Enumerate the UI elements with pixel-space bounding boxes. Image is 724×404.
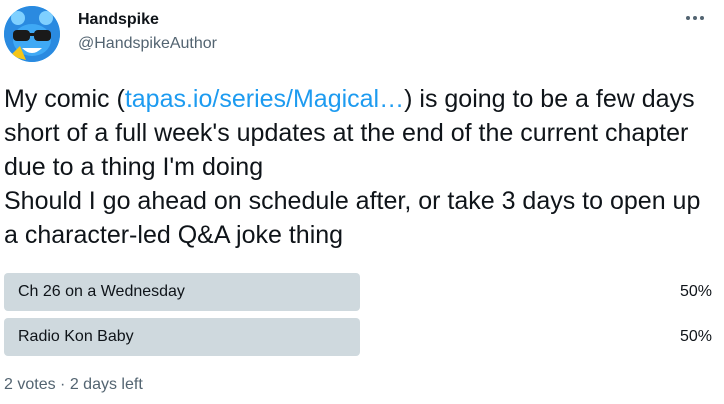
tweet-text: My comic (tapas.io/series/Magical…) is g… <box>4 82 716 252</box>
poll-meta: 2 votes · 2 days left <box>4 375 143 395</box>
tweet-text-start: My comic ( <box>4 85 125 113</box>
poll-option-label: Radio Kon Baby <box>18 328 134 345</box>
tweet-paragraph-2: Should I go ahead on schedule after, or … <box>4 187 701 249</box>
poll-votes: 2 votes <box>4 376 56 393</box>
poll-option-percent: 50% <box>679 328 712 345</box>
avatar[interactable] <box>4 6 60 62</box>
more-horizontal-icon <box>686 16 704 20</box>
tweet-link[interactable]: tapas.io/series/Magical… <box>125 85 404 113</box>
poll-option-2: Radio Kon Baby 50% <box>4 318 716 356</box>
poll-separator: · <box>60 376 66 393</box>
tweet-paragraph-1: My comic (tapas.io/series/Magical…) is g… <box>4 82 716 184</box>
poll-option-1: Ch 26 on a Wednesday 50% <box>4 273 716 311</box>
avatar-image <box>4 6 60 62</box>
poll-time-left: 2 days left <box>69 376 143 393</box>
more-button[interactable] <box>682 8 708 28</box>
author-name[interactable]: Handspike <box>78 10 159 30</box>
author-handle[interactable]: @HandspikeAuthor <box>78 34 217 54</box>
poll-option-percent: 50% <box>679 283 712 300</box>
poll-option-label: Ch 26 on a Wednesday <box>18 283 185 300</box>
